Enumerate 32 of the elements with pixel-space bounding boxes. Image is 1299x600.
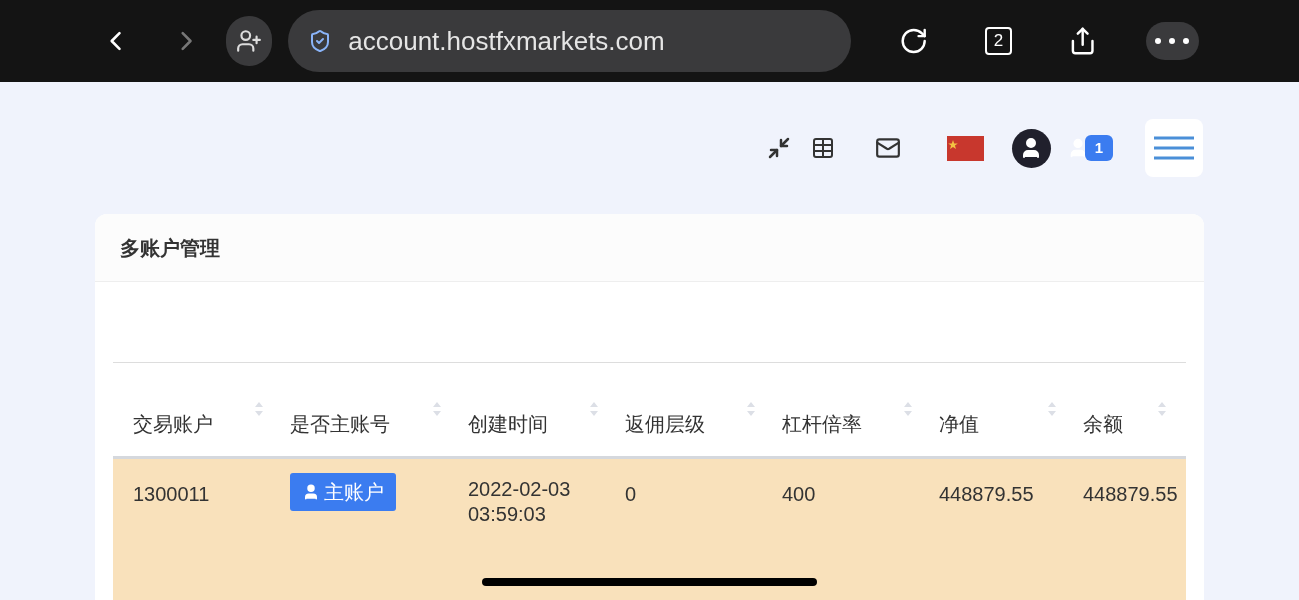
column-header: 净值 [939, 412, 979, 437]
menu-icon [1154, 136, 1194, 160]
grid-icon[interactable] [810, 136, 835, 160]
more-button[interactable] [1145, 22, 1199, 60]
main-account-badge: 主账户 [290, 473, 396, 511]
profile-button[interactable] [226, 16, 273, 66]
table-cell-text: 03:59:03 [468, 502, 547, 527]
address-bar[interactable]: account.hostfxmarkets.com [288, 10, 852, 72]
collapse-icon[interactable] [766, 136, 791, 160]
more-icon [1155, 38, 1190, 44]
column-header: 返佣层级 [625, 412, 705, 437]
notification-badge: 1 [1084, 134, 1113, 162]
column-header: 杠杆倍率 [782, 412, 862, 437]
table-cell: 448879.55 [939, 483, 1034, 505]
mail-icon[interactable] [874, 135, 901, 161]
column-header: 是否主账号 [290, 412, 390, 437]
table-cell-text: 2022-02-03 [468, 477, 572, 502]
column-header: 余额 [1083, 412, 1123, 437]
menu-button[interactable] [1145, 119, 1203, 177]
tabs-button[interactable]: 2 [984, 27, 1013, 55]
table-cell: 0 [625, 483, 637, 505]
avatar-icon[interactable] [1011, 128, 1051, 168]
user-add-icon [236, 28, 263, 54]
table-cell: 400 [782, 483, 816, 505]
column-header: 交易账户 [133, 412, 213, 437]
url-text: account.hostfxmarkets.com [348, 24, 665, 58]
flag-icon[interactable] [946, 135, 984, 161]
table-cell: 448879.55 [1083, 483, 1178, 505]
card-title: 多账户管理 [120, 235, 220, 261]
table-row[interactable]: 1300011 主账户 2022-02-03 03:59:03 0 400 448879.55 448879.55 [113, 459, 1186, 600]
column-header: 创建时间 [468, 412, 548, 437]
table-cell: 1300011 [133, 483, 210, 505]
